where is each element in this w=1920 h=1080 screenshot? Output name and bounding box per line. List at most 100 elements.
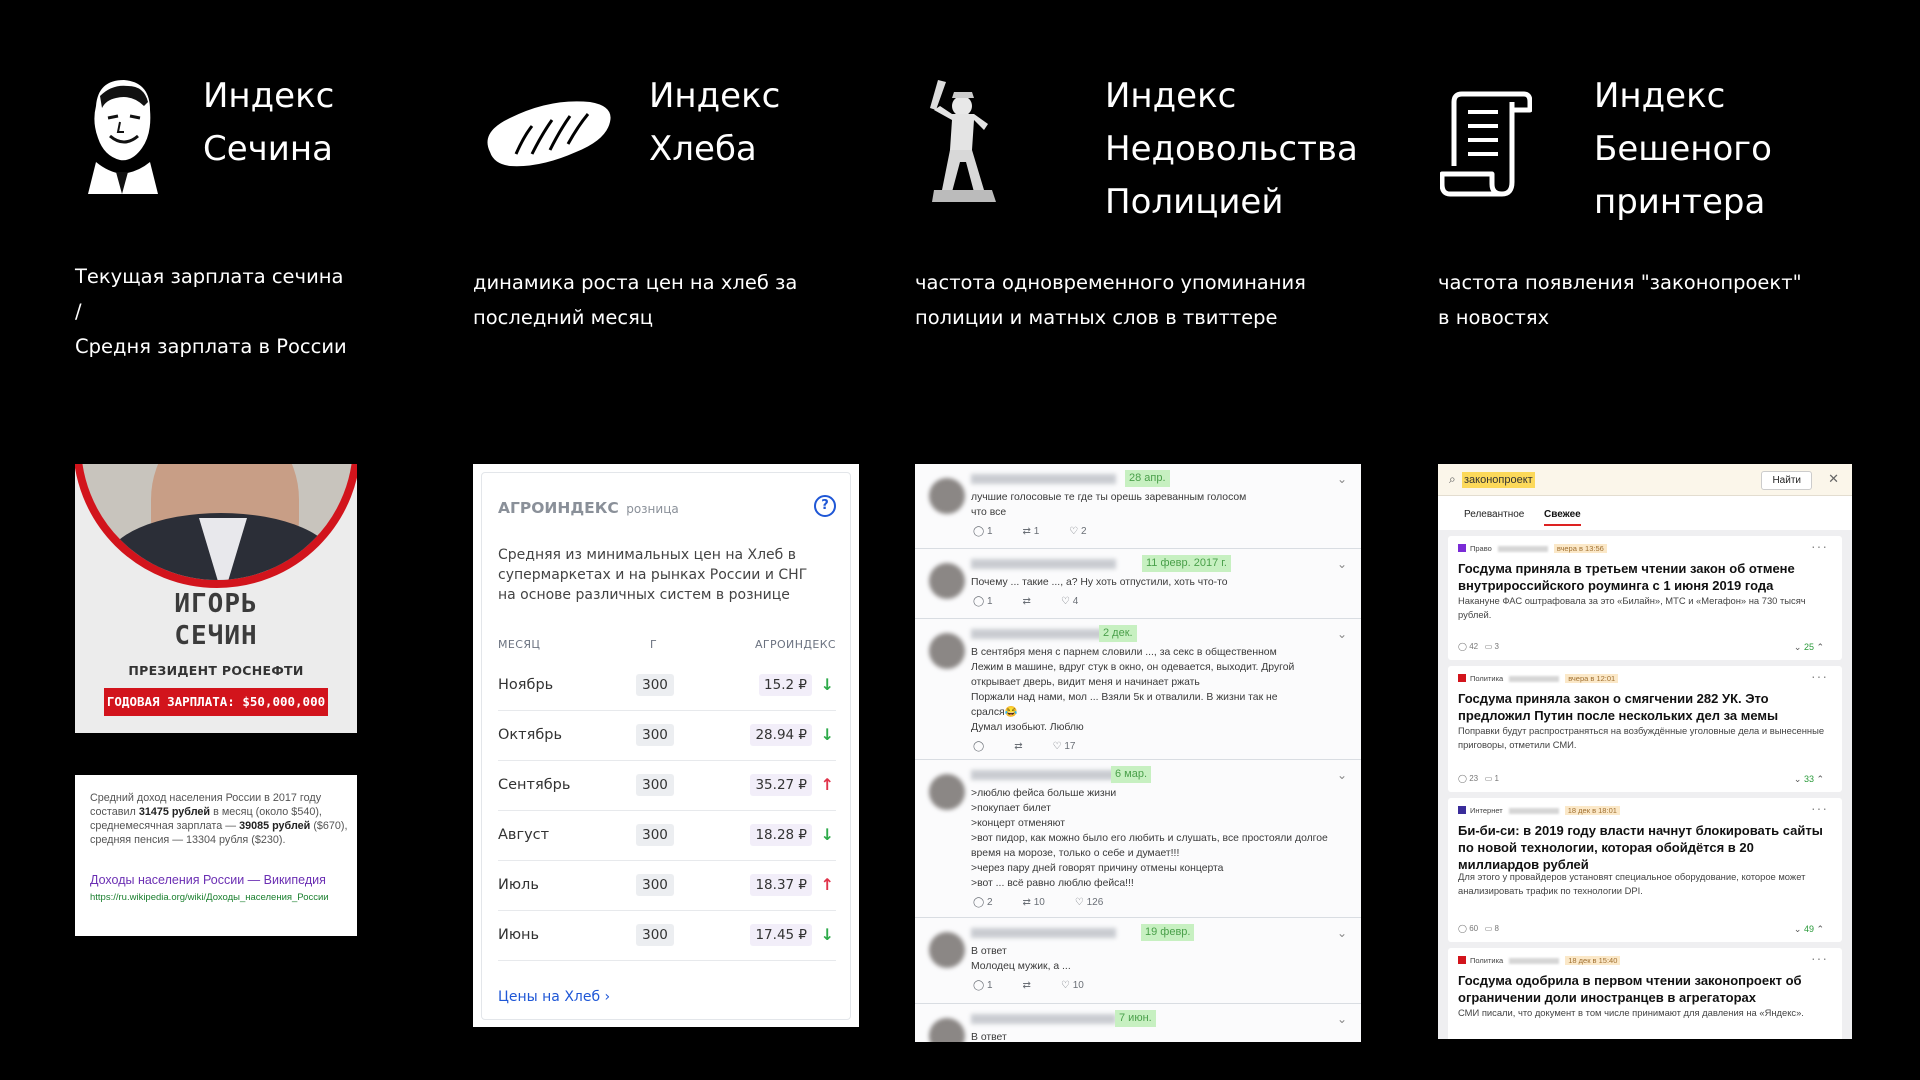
sechin-photo [75,464,357,588]
news-headline[interactable]: Госдума приняла закон о смягчении 282 УК… [1458,690,1828,724]
tweet-date[interactable]: 6 мар. [1111,766,1152,783]
sechin-salary-card: ИГОРЬ СЕЧИН ПРЕЗИДЕНТ РОСНЕФТИ ГОДОВАЯ ЗА… [75,464,357,733]
tweet-date[interactable]: 28 апр. [1125,470,1170,487]
chevron-down-icon[interactable]: ⌄ [1337,472,1347,486]
reply-icon[interactable]: ◯ 1 [973,596,993,607]
vote-count[interactable]: ⌄ 25 ⌃ [1794,642,1824,653]
tweet[interactable]: 6 мар. ⌄ >люблю фейса больше жизни >покупае… [915,760,1361,918]
arrow-down-icon: ↓ [820,725,834,744]
avatar[interactable] [929,633,965,669]
price-value: 28.94 ₽ [750,724,812,746]
tweet-line: В ответ [971,946,1007,957]
avatar[interactable] [929,563,965,599]
news-item[interactable]: Политика 18 дек в 15:40 ··· Госдума одобрил… [1448,948,1842,1039]
source-icon [1458,956,1466,964]
month-label: Ноябрь [498,677,554,693]
chevron-down-icon[interactable]: ⌄ [1337,926,1347,940]
search-button[interactable]: Найти [1761,471,1812,490]
avatar[interactable] [929,478,965,514]
retweet-icon[interactable]: ⇄ [1023,980,1031,991]
more-icon[interactable]: ··· [1811,668,1828,684]
avatar[interactable] [929,774,965,810]
more-icon[interactable]: ··· [1811,800,1828,816]
tweet[interactable]: 28 апр. ⌄ лучшие голосовые те где ты орешь… [915,464,1361,549]
tab-fresh[interactable]: Свежее [1544,509,1581,526]
news-footer: ◯ 23 ▭ 1 [1458,774,1499,783]
month-label: Июль [498,877,539,893]
sechin-name: ИГОРЬ СЕЧИН [174,589,258,651]
news-headline[interactable]: Госдума приняла в третьем чтении закон о… [1458,560,1828,594]
retweet-icon[interactable]: ⇄ [1014,741,1022,752]
agroindex-row: Июнь 300 17.45 ₽ ↓ [498,911,836,961]
chevron-down-icon[interactable]: ⌄ [1337,557,1347,571]
tweet-actions: ◯ ⇄ ♡ 17 [973,741,1105,752]
chevron-down-icon[interactable]: ⌄ [1337,768,1347,782]
news-meta: Политика вчера в 12:01 [1458,674,1619,683]
avatar[interactable] [929,932,965,968]
news-headline[interactable]: Госдума одобрила в первом чтении законоп… [1458,972,1828,1006]
avatar[interactable] [929,1018,965,1042]
vote-count[interactable]: ⌄ 49 ⌃ [1794,924,1824,935]
tweet-line: время на морозе, только о себе и думает!… [971,848,1180,859]
sechin-role: ПРЕЗИДЕНТ РОСНЕФТИ [128,663,304,678]
like-icon[interactable]: ♡ 17 [1053,741,1076,752]
chevron-down-icon[interactable]: ⌄ [1337,627,1347,641]
retweet-icon[interactable]: ⇄ 1 [1023,526,1040,537]
retweet-icon[interactable]: ⇄ [1023,596,1031,607]
reply-icon[interactable]: ◯ 1 [973,526,993,537]
like-icon[interactable]: ♡ 2 [1069,526,1086,537]
wiki-snippet-card: Средний доход населения России в 2017 го… [75,775,357,936]
tweet[interactable]: 11 февр. 2017 г. ⌄ Почему ... такие ..., а… [915,549,1361,619]
column-1-title: Индекс Сечина [203,76,335,169]
tweet-date[interactable]: 7 июн. [1115,1010,1156,1027]
reply-icon[interactable]: ◯ [973,741,984,752]
more-icon[interactable]: ··· [1811,950,1828,966]
vote-count[interactable]: ⌄ 33 ⌃ [1794,774,1824,785]
tweet-author[interactable] [971,474,1116,484]
close-icon[interactable]: ✕ [1828,471,1839,487]
tweet-author[interactable] [971,629,1116,639]
tweet-date[interactable]: 2 дек. [1099,625,1137,642]
news-footer: ◯ 60 ▭ 8 [1458,924,1499,933]
agroindex-description: Средняя из минимальных цен на Хлеб в суп… [498,547,808,603]
tweet-line: Думал изобьют. Люблю [971,722,1084,733]
column-3-title: Индекс Недовольства Полицией [1105,76,1358,222]
tweet-line: лучшие голосовые те где ты орешь зареван… [971,492,1247,503]
sechin-salary-badge: ГОДОВАЯ ЗАРПЛАТА: $50,000,000 [104,688,328,716]
news-item[interactable]: Право вчера в 13:56 ··· Госдума приняла в т… [1448,536,1842,660]
retweet-icon[interactable]: ⇄ 10 [1023,897,1045,908]
search-input[interactable]: законопроект [1462,472,1535,488]
month-label: Октябрь [498,727,563,743]
tweet[interactable]: 19 февр. ⌄ В ответ Молодец мужик, а ... ◯ 1 ⇄… [915,918,1361,1004]
bread-prices-link[interactable]: Цены на Хлеб › [498,989,610,1005]
tweet-date[interactable]: 11 февр. 2017 г. [1142,555,1231,572]
tweet-line: В ответ [971,1032,1007,1042]
tweet[interactable]: 2 дек. ⌄ В сентября меня с парнем словили … [915,619,1361,760]
tweet-text: В сентября меня с парнем словили ..., за… [971,645,1331,735]
price-value: 18.28 ₽ [750,824,812,846]
news-headline[interactable]: Би-би-си: в 2019 году власти начнут блок… [1458,822,1828,873]
like-icon[interactable]: ♡ 10 [1061,980,1084,991]
tweet-author[interactable] [971,928,1116,938]
arrow-down-icon: ↓ [820,925,834,944]
month-label: Август [498,827,550,843]
like-icon[interactable]: ♡ 4 [1061,596,1078,607]
reply-icon[interactable]: ◯ 1 [973,980,993,991]
wiki-link[interactable]: Доходы населения России — Википедия [90,873,326,887]
tweet-date[interactable]: 19 февр. [1141,924,1195,941]
tweet-author[interactable] [971,1014,1116,1024]
news-item[interactable]: Политика вчера в 12:01 ··· Госдума приняла … [1448,666,1842,792]
more-icon[interactable]: ··· [1811,538,1828,554]
tab-relevant[interactable]: Релевантное [1464,509,1524,520]
like-icon[interactable]: ♡ 126 [1075,897,1103,908]
news-search-bar: ⌕ законопроект Найти ✕ [1438,464,1852,496]
chevron-down-icon[interactable]: ⌄ [1337,1012,1347,1026]
tweet-text: В ответ [971,1030,1331,1042]
weight-badge: 300 [636,924,674,946]
tweet[interactable]: 7 июн. ⌄ В ответ [915,1004,1361,1042]
tweet-author[interactable] [971,559,1116,569]
help-icon[interactable]: ? [814,495,836,517]
tweet-author[interactable] [971,770,1116,780]
news-item[interactable]: Интернет 18 дек в 18:01 ··· Би-би-си: в 201… [1448,798,1842,942]
reply-icon[interactable]: ◯ 2 [973,897,993,908]
